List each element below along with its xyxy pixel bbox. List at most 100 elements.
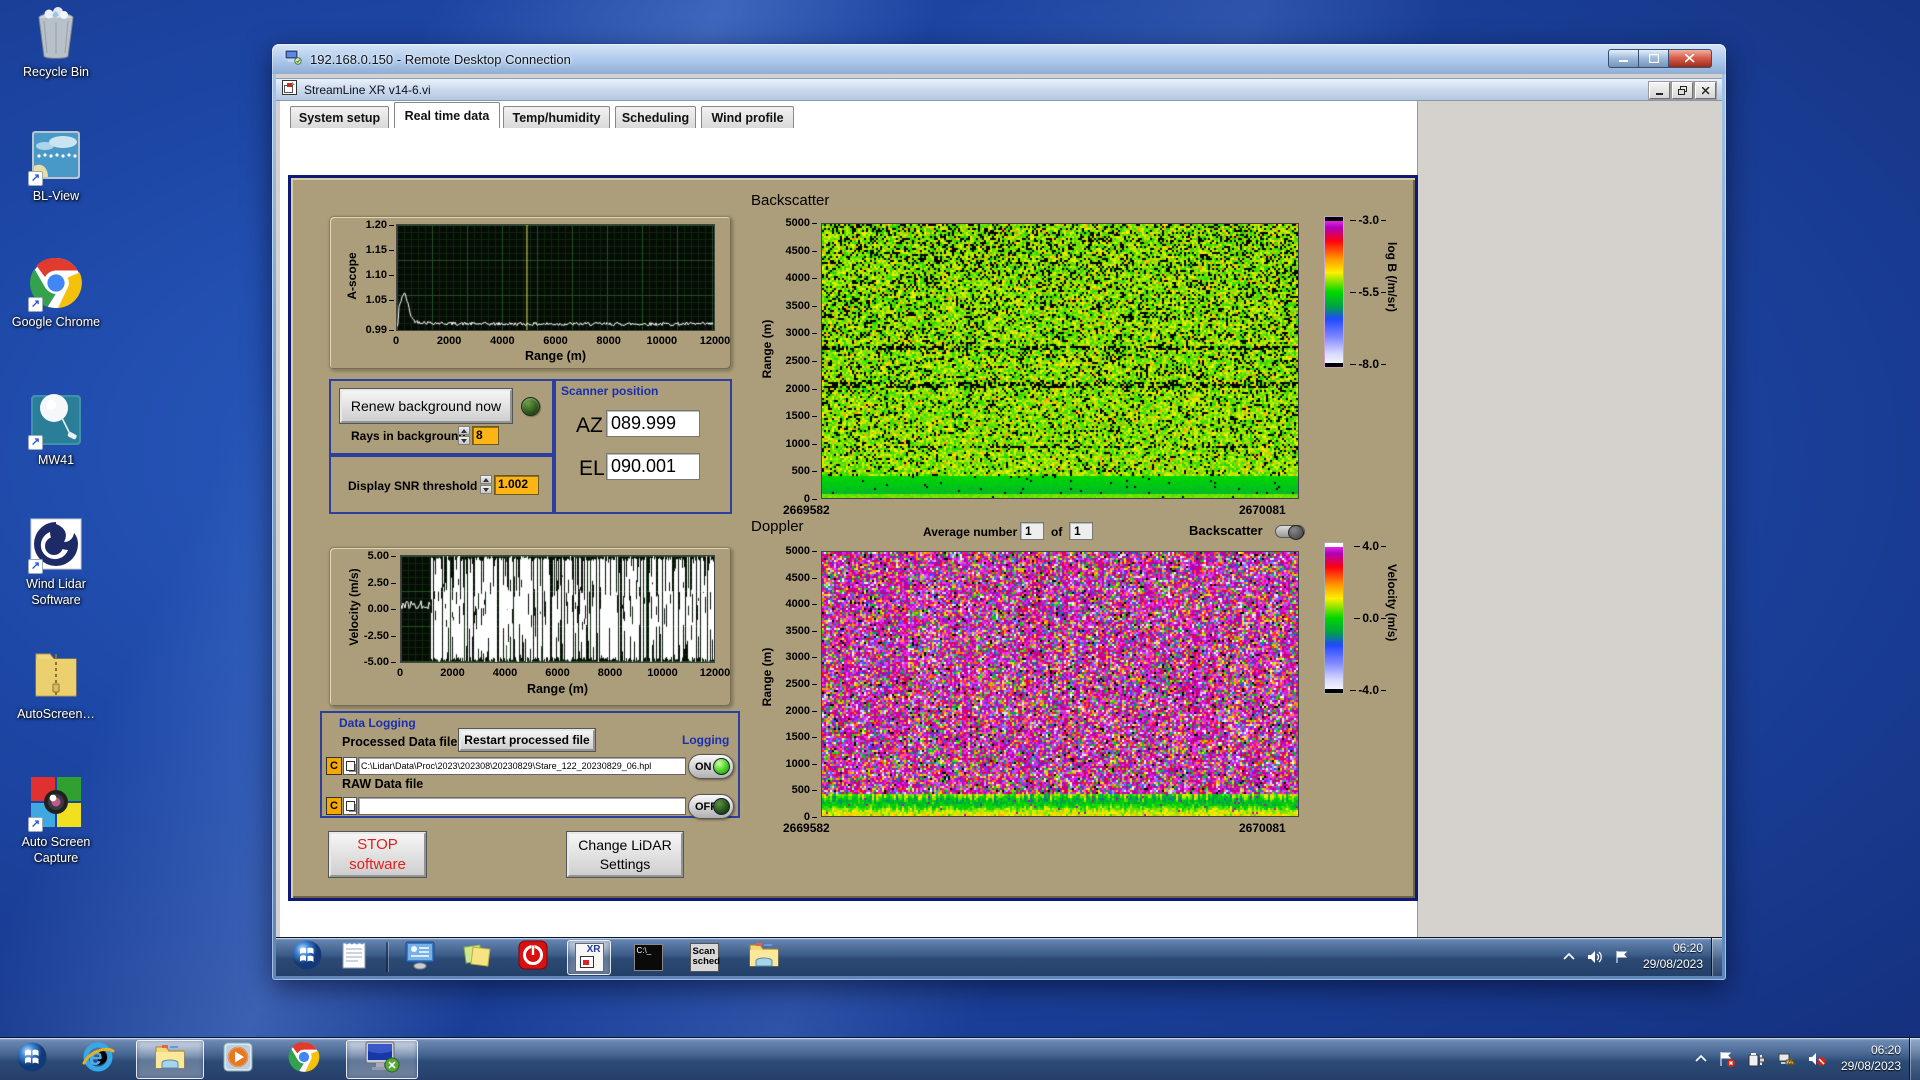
desktop-icon-wind-lidar-software[interactable]: ↗ Wind Lidar Software	[4, 518, 108, 608]
speaker-muted-icon[interactable]	[1808, 1052, 1827, 1067]
taskbar-internet-explorer-icon: e	[81, 1041, 115, 1078]
rays-spinner[interactable]	[458, 426, 470, 446]
desktop-icon-google-chrome[interactable]: ↗ Google Chrome	[4, 256, 108, 331]
rdp-minimize-button[interactable]	[1608, 49, 1638, 68]
desktop-icon-recycle-bin[interactable]: Recycle Bin	[4, 6, 108, 81]
taskbar-separator	[386, 942, 388, 972]
desktop-icon-auto-screen-capture[interactable]: ↗ Auto Screen Capture	[4, 776, 108, 866]
rdp-close-button[interactable]	[1668, 49, 1712, 68]
ascope-x-axis-label: Range (m)	[524, 349, 587, 363]
taskbar-button-windows-explorer[interactable]	[136, 1040, 204, 1079]
tab-real-time-data[interactable]: Real time data	[394, 102, 500, 128]
velocity-plot[interactable]	[401, 556, 714, 662]
network-warning-icon[interactable]	[1778, 1052, 1796, 1067]
desktop-icon-autoscreen-zip[interactable]: AutoScreen…	[4, 648, 108, 723]
app-minimize-button[interactable]	[1649, 82, 1670, 99]
doppler-section-title: Doppler	[751, 518, 804, 535]
shortcut-arrow-icon: ↗	[28, 559, 43, 574]
doppler-heatmap[interactable]	[822, 552, 1298, 816]
command-prompt-icon: C:\_	[633, 944, 663, 971]
x-tick-label: 4000	[490, 335, 515, 347]
taskbar-button-notepad[interactable]	[332, 940, 376, 975]
y-tick-label: 2500	[786, 678, 818, 690]
ascope-plot[interactable]	[397, 225, 714, 330]
processed-logging-toggle[interactable]: ON	[688, 754, 734, 779]
x-tick-label: 6000	[545, 667, 570, 679]
rdp-titlebar[interactable]: 192.168.0.150 - Remote Desktop Connectio…	[272, 44, 1726, 74]
taskbar-button-media-player[interactable]	[212, 1040, 264, 1079]
az-label: AZ	[576, 414, 603, 437]
average-number-field[interactable]: 1	[1020, 522, 1044, 540]
processed-browse-icon[interactable]	[343, 757, 357, 775]
svg-text:e: e	[89, 1044, 102, 1071]
taskbar-button-start[interactable]	[285, 940, 329, 975]
taskbar-button-remote-desktop[interactable]	[346, 1040, 418, 1079]
desktop-icon-mw41[interactable]: ↗ MW41	[4, 394, 108, 469]
rdp-maximize-button[interactable]	[1638, 49, 1668, 68]
y-tick-label: 1500	[786, 410, 818, 422]
power-battery-icon[interactable]	[1748, 1052, 1766, 1067]
taskbar-button-start[interactable]	[8, 1040, 56, 1079]
tab-wind-profile[interactable]: Wind profile	[701, 106, 794, 128]
taskbar-button-stop-app[interactable]	[511, 940, 555, 975]
scanner-position-title: Scanner position	[561, 384, 659, 398]
app-titlebar[interactable]: StreamLine XR v14-6.vi	[276, 78, 1722, 101]
snr-spinner[interactable]	[480, 475, 492, 495]
backscatter-graph-group: Range (m) 5000 4500 4000 3500 3000 2500 2000 15…	[747, 212, 1419, 517]
wind-lidar-software-icon: ↗	[27, 518, 85, 574]
taskbar-button-chrome[interactable]	[278, 1040, 330, 1079]
scanner-position-box: Scanner position AZ 089.999 EL 090.001	[554, 379, 732, 514]
taskbar-button-streamline-xr[interactable]: XR	[567, 940, 611, 975]
taskbar-button-sticky-notes[interactable]	[455, 940, 499, 975]
taskbar-button-display-settings[interactable]	[398, 940, 442, 975]
remote-clock[interactable]: 06:20 29/08/2023	[1643, 941, 1703, 972]
remote-show-desktop-button[interactable]	[1711, 938, 1722, 976]
speaker-icon[interactable]	[1587, 950, 1603, 964]
y-tick-label: 0.99	[366, 324, 395, 336]
doppler-colorbar	[1324, 542, 1344, 694]
backscatter-x-end-label: 2670081	[1239, 503, 1286, 517]
taskbar-button-command-prompt[interactable]: C:\_	[626, 940, 670, 975]
y-tick-label: 500	[792, 465, 818, 477]
taskbar-button-scan-scheduler[interactable]: Scan sched	[682, 940, 726, 975]
change-lidar-settings-button[interactable]: Change LiDAR Settings	[567, 832, 683, 877]
taskbar-button-explorer-folder[interactable]	[742, 940, 786, 975]
raw-logging-toggle[interactable]: OFF	[688, 794, 734, 819]
app-restore-button[interactable]	[1672, 82, 1693, 99]
shortcut-arrow-icon: ↗	[28, 171, 43, 186]
backscatter-heatmap[interactable]	[822, 224, 1298, 498]
backscatter-display-toggle[interactable]	[1275, 525, 1305, 540]
el-value-field: 090.001	[606, 453, 700, 480]
raw-browse-icon[interactable]	[343, 797, 357, 815]
stop-software-button[interactable]: STOP software	[329, 832, 426, 877]
processed-drive-box[interactable]: C	[326, 757, 342, 775]
tab-temp-humidity[interactable]: Temp/humidity	[503, 106, 610, 128]
background-led	[521, 397, 540, 416]
remote-session: StreamLine XR v14-6.vi System setup Real …	[276, 74, 1722, 976]
tab-scheduling[interactable]: Scheduling	[615, 106, 696, 128]
app-close-button[interactable]	[1695, 82, 1716, 99]
raw-path-field[interactable]	[358, 797, 686, 815]
y-tick-label: 1.15	[366, 244, 395, 256]
remote-tray: 06:20 29/08/2023	[1557, 938, 1722, 976]
taskbar-button-internet-explorer[interactable]: e	[72, 1040, 124, 1079]
restart-processed-file-button[interactable]: Restart processed file	[459, 729, 595, 751]
y-tick-label: 1000	[786, 438, 818, 450]
action-center-flag-error-icon[interactable]	[1719, 1051, 1736, 1067]
tray-show-hidden-icon[interactable]	[1563, 953, 1575, 961]
raw-drive-box[interactable]: C	[326, 797, 342, 815]
desktop-icon-label: BL-View	[32, 189, 80, 203]
action-center-flag-icon[interactable]	[1615, 950, 1629, 964]
desktop-icon-bl-view[interactable]: ↗ BL-View	[4, 130, 108, 205]
host-show-desktop-button[interactable]	[1909, 1038, 1920, 1080]
snr-value-field[interactable]: 1.002	[494, 475, 539, 495]
host-clock[interactable]: 06:20 29/08/2023	[1841, 1043, 1901, 1074]
tray-show-hidden-icon[interactable]	[1695, 1055, 1707, 1063]
taskbar-media-player-icon	[222, 1041, 254, 1078]
processed-path-field[interactable]: C:\Lidar\Data\Proc\2023\202308\20230829\…	[358, 757, 686, 775]
y-tick-label: 5.00	[368, 550, 397, 562]
renew-background-button[interactable]: Renew background now	[340, 389, 512, 423]
rays-value-field[interactable]: 8	[472, 426, 499, 445]
tab-system-setup[interactable]: System setup	[290, 106, 389, 128]
average-total-field[interactable]: 1	[1069, 522, 1093, 540]
